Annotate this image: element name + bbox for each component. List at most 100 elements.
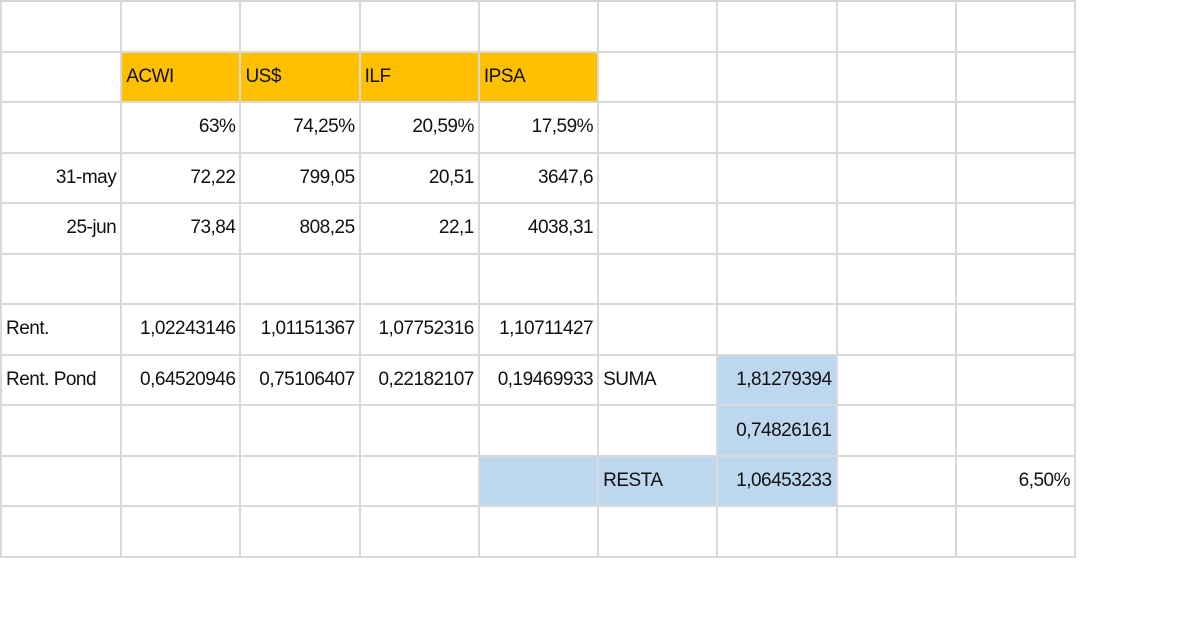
cell-g3[interactable] (716, 101, 838, 154)
suma-value[interactable]: 1,81279394 (716, 353, 838, 407)
cell-i7[interactable] (954, 303, 1077, 356)
cell-a11[interactable] (0, 505, 123, 558)
rent-usd[interactable]: 1,01151367 (239, 303, 361, 356)
weight-ilf[interactable]: 20,59% (358, 101, 480, 154)
cell-e1[interactable] (477, 0, 600, 53)
cell-d11[interactable] (358, 505, 480, 558)
cell-c11[interactable] (239, 505, 361, 558)
may-usd[interactable]: 799,05 (239, 151, 361, 205)
jun-ilf[interactable]: 22,1 (358, 202, 480, 255)
cell-h8[interactable] (835, 353, 957, 407)
cell-i9[interactable] (954, 404, 1077, 457)
rent-ipsa[interactable]: 1,10711427 (477, 303, 600, 356)
cell-c10[interactable] (239, 454, 361, 508)
resta-label[interactable]: RESTA (597, 454, 719, 508)
cell-i2[interactable] (954, 50, 1077, 104)
cell-g1[interactable] (716, 0, 838, 53)
cell-d6[interactable] (358, 252, 480, 306)
jun-acwi[interactable]: 73,84 (120, 202, 242, 255)
may-ilf[interactable]: 20,51 (358, 151, 480, 205)
rent-pond-usd[interactable]: 0,75106407 (239, 353, 361, 407)
date-label-may[interactable]: 31-may (0, 151, 123, 205)
cell-c9[interactable] (239, 404, 361, 457)
cell-h1[interactable] (835, 0, 957, 53)
cell-d9[interactable] (358, 404, 480, 457)
cell-f2[interactable] (597, 50, 719, 104)
cell-c1[interactable] (239, 0, 361, 53)
cell-i5[interactable] (954, 202, 1077, 255)
cell-i3[interactable] (954, 101, 1077, 154)
cell-b1[interactable] (120, 0, 242, 53)
cell-b9[interactable] (120, 404, 242, 457)
cell-b10[interactable] (120, 454, 242, 508)
cell-h7[interactable] (835, 303, 957, 356)
cell-e11[interactable] (477, 505, 600, 558)
header-usd[interactable]: US$ (239, 50, 361, 104)
resta-percent[interactable]: 6,50% (954, 454, 1077, 508)
cell-f3[interactable] (597, 101, 719, 154)
date-label-jun[interactable]: 25-jun (0, 202, 123, 255)
cell-e6[interactable] (477, 252, 600, 306)
cell-f6[interactable] (597, 252, 719, 306)
cell-a9[interactable] (0, 404, 123, 457)
suma-label[interactable]: SUMA (597, 353, 719, 407)
cell-a10[interactable] (0, 454, 123, 508)
cell-h4[interactable] (835, 151, 957, 205)
cell-i8[interactable] (954, 353, 1077, 407)
may-acwi[interactable]: 72,22 (120, 151, 242, 205)
cell-f1[interactable] (597, 0, 719, 53)
cell-d1[interactable] (358, 0, 480, 53)
rent-label[interactable]: Rent. (0, 303, 123, 356)
may-ipsa[interactable]: 3647,6 (477, 151, 600, 205)
cell-f4[interactable] (597, 151, 719, 205)
header-ilf[interactable]: ILF (358, 50, 480, 104)
cell-g5[interactable] (716, 202, 838, 255)
rent-pond-ilf[interactable]: 0,22182107 (358, 353, 480, 407)
cell-g2[interactable] (716, 50, 838, 104)
cell-e9[interactable] (477, 404, 600, 457)
cell-f7[interactable] (597, 303, 719, 356)
cell-f11[interactable] (597, 505, 719, 558)
header-acwi[interactable]: ACWI (120, 50, 242, 104)
cell-c6[interactable] (239, 252, 361, 306)
rent-pond-acwi[interactable]: 0,64520946 (120, 353, 242, 407)
cell-a1[interactable] (0, 0, 123, 53)
weight-usd[interactable]: 74,25% (239, 101, 361, 154)
weight-acwi[interactable]: 63% (120, 101, 242, 154)
cell-d10[interactable] (358, 454, 480, 508)
cell-a6[interactable] (0, 252, 123, 306)
cell-h2[interactable] (835, 50, 957, 104)
cell-f9[interactable] (597, 404, 719, 457)
cell-h6[interactable] (835, 252, 957, 306)
header-ipsa[interactable]: IPSA (477, 50, 600, 104)
cell-b6[interactable] (120, 252, 242, 306)
sheet-row-9: 0,74826161 (0, 404, 1077, 457)
cell-e10[interactable] (477, 454, 600, 508)
extra-value[interactable]: 0,74826161 (716, 404, 838, 457)
cell-b11[interactable] (120, 505, 242, 558)
jun-ipsa[interactable]: 4038,31 (477, 202, 600, 255)
cell-h3[interactable] (835, 101, 957, 154)
resta-value[interactable]: 1,06453233 (716, 454, 838, 508)
cell-i6[interactable] (954, 252, 1077, 306)
rent-pond-label[interactable]: Rent. Pond (0, 353, 123, 407)
rent-acwi[interactable]: 1,02243146 (120, 303, 242, 356)
cell-h9[interactable] (835, 404, 957, 457)
cell-g4[interactable] (716, 151, 838, 205)
cell-h11[interactable] (835, 505, 957, 558)
cell-a2[interactable] (0, 50, 123, 104)
cell-f5[interactable] (597, 202, 719, 255)
cell-h5[interactable] (835, 202, 957, 255)
cell-g6[interactable] (716, 252, 838, 306)
cell-g7[interactable] (716, 303, 838, 356)
cell-i11[interactable] (954, 505, 1077, 558)
cell-g11[interactable] (716, 505, 838, 558)
jun-usd[interactable]: 808,25 (239, 202, 361, 255)
rent-ilf[interactable]: 1,07752316 (358, 303, 480, 356)
cell-i4[interactable] (954, 151, 1077, 205)
rent-pond-ipsa[interactable]: 0,19469933 (477, 353, 600, 407)
cell-a3[interactable] (0, 101, 123, 154)
weight-ipsa[interactable]: 17,59% (477, 101, 600, 154)
cell-i1[interactable] (954, 0, 1077, 53)
cell-h10[interactable] (835, 454, 957, 508)
